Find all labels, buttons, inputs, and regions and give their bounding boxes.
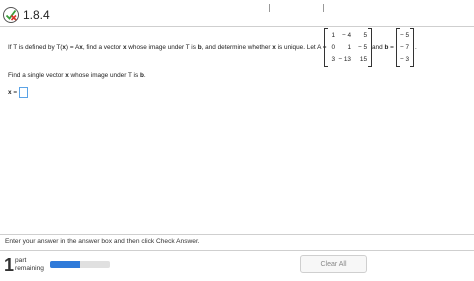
divider bbox=[0, 234, 474, 235]
matrix-cell: − 13 bbox=[338, 56, 351, 63]
matrix-a: 1 − 4 5 0 1 − 5 3 − 13 15 bbox=[324, 28, 372, 67]
vector-cell: − 7 bbox=[399, 44, 409, 51]
subprompt-text: Find a single vector x whose image under… bbox=[8, 72, 146, 79]
vector-cell: − 3 bbox=[399, 56, 409, 63]
problem-number: 1.8.4 bbox=[23, 8, 50, 22]
question-text: If T is defined by T(x) = Ax, find a vec… bbox=[8, 44, 327, 51]
matrix-cell: 1 bbox=[347, 44, 351, 51]
and-b-label: and b = bbox=[372, 44, 394, 51]
clear-all-button[interactable]: Clear All bbox=[300, 255, 367, 273]
matrix-cell: 5 bbox=[363, 32, 367, 39]
matrix-cell: 3 bbox=[331, 56, 335, 63]
parts-remaining-label: part remaining bbox=[15, 257, 44, 272]
vector-cell: − 5 bbox=[399, 32, 409, 39]
progress-bar bbox=[50, 261, 110, 268]
matrix-cell: − 4 bbox=[341, 32, 351, 39]
divider bbox=[269, 4, 270, 12]
vector-b: − 5 − 7 − 3 bbox=[396, 28, 414, 67]
divider bbox=[323, 4, 324, 12]
matrix-cell: 0 bbox=[331, 44, 335, 51]
answer-label: x = bbox=[8, 89, 18, 96]
partial-credit-icon bbox=[2, 6, 20, 24]
divider bbox=[0, 250, 474, 251]
matrix-cell: − 5 bbox=[357, 44, 367, 51]
answer-input[interactable] bbox=[19, 87, 28, 98]
parts-remaining-count: 1 bbox=[4, 255, 15, 275]
matrix-cell: 15 bbox=[359, 56, 367, 63]
period: . bbox=[415, 44, 417, 51]
matrix-cell: 1 bbox=[331, 32, 335, 39]
instructions-text: Enter your answer in the answer box and … bbox=[5, 238, 200, 245]
progress-fill bbox=[50, 261, 80, 268]
divider bbox=[0, 26, 474, 27]
